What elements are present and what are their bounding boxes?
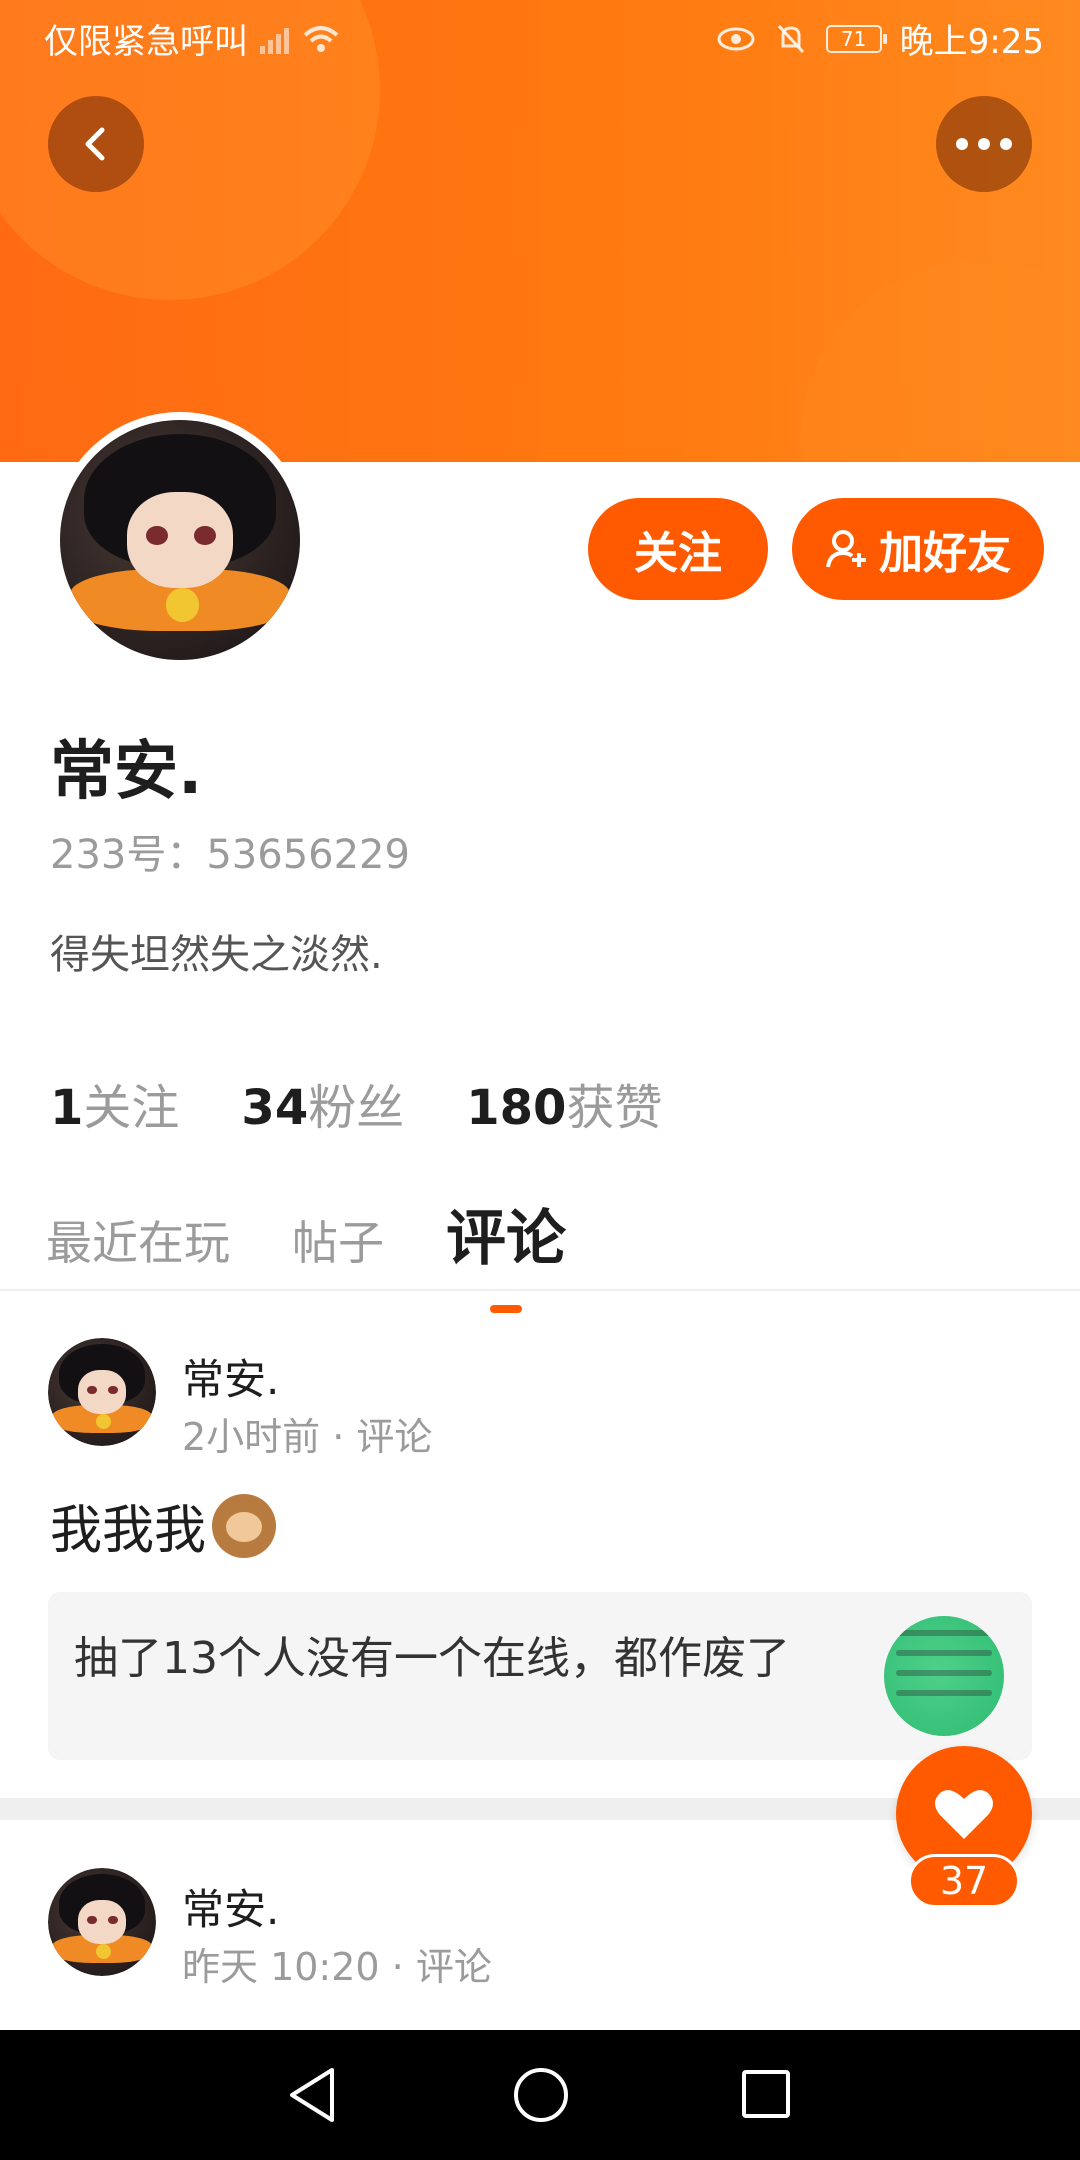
avatar-image (60, 420, 300, 660)
comment-body: 我我我 (50, 1501, 207, 1561)
post-meta: 昨天 10:20 · 评论 (182, 1945, 492, 1989)
profile-avatar[interactable] (52, 412, 308, 668)
stat-value: 34 (241, 1080, 309, 1136)
avatar[interactable] (48, 1338, 156, 1446)
stat-label: 获赞 (566, 1080, 663, 1136)
battery-icon: 71 (825, 24, 887, 53)
add-friend-label: 加好友 (879, 528, 1011, 579)
author-name[interactable]: 常安. (182, 1876, 279, 1937)
heart-icon (935, 1790, 993, 1839)
nav-back-icon[interactable] (286, 2066, 338, 2124)
profile-id: 233号：53656229 (50, 832, 410, 878)
avatar-image (48, 1868, 156, 1976)
tab-comments-label: 评论 (446, 1204, 566, 1274)
signal-icon (260, 24, 289, 54)
back-icon (85, 127, 105, 161)
battery-level: 71 (840, 26, 867, 51)
eye-icon (717, 27, 755, 50)
stat-followers[interactable]: 34粉丝 (241, 1068, 404, 1138)
stat-label: 粉丝 (308, 1080, 405, 1136)
system-nav-bar (0, 2030, 1080, 2160)
nav-recent-icon[interactable] (742, 2070, 790, 2118)
tab-recent-played[interactable]: 最近在玩 (46, 1207, 230, 1273)
avatar[interactable] (48, 1868, 156, 1976)
stat-value: 180 (466, 1080, 567, 1136)
more-button[interactable] (936, 96, 1032, 192)
bell-off-icon (777, 24, 804, 53)
profile-tabs: 最近在玩 帖子 评论 (46, 1190, 566, 1313)
like-count: 37 (908, 1854, 1020, 1908)
clock: 晚上9:25 (899, 22, 1044, 62)
stat-likes[interactable]: 180获赞 (466, 1068, 662, 1138)
nav-home-icon[interactable] (514, 2068, 568, 2122)
wifi-icon (303, 25, 339, 52)
comment-text: 我我我 (50, 1488, 277, 1563)
status-bar: 仅限紧急呼叫 71 晚上9:25 (0, 0, 1080, 72)
tab-comments[interactable]: 评论 (446, 1190, 566, 1313)
stat-value: 1 (50, 1080, 84, 1136)
follow-button[interactable]: 关注 (588, 498, 768, 600)
follow-label: 关注 (634, 528, 722, 579)
more-icon (956, 138, 1012, 150)
monkey-emoji-icon (212, 1493, 277, 1558)
profile-name: 常安. (50, 735, 203, 809)
add-friend-button[interactable]: 加好友 (792, 498, 1044, 600)
avatar-image (48, 1338, 156, 1446)
quoted-text: 抽了13个人没有一个在线，都作废了 (74, 1633, 790, 1684)
tab-posts[interactable]: 帖子 (292, 1207, 384, 1273)
quoted-post[interactable]: 抽了13个人没有一个在线，都作废了 (48, 1592, 1032, 1760)
carrier-text: 仅限紧急呼叫 (44, 22, 248, 62)
stat-label: 关注 (83, 1080, 180, 1136)
banner-decoration (800, 260, 1080, 462)
quoted-thumbnail (884, 1616, 1004, 1736)
active-tab-indicator (490, 1305, 522, 1313)
divider (0, 1289, 1080, 1291)
profile-stats: 1关注 34粉丝 180获赞 (50, 1068, 662, 1138)
author-name[interactable]: 常安. (182, 1346, 279, 1407)
stat-following[interactable]: 1关注 (50, 1068, 179, 1138)
post-meta: 2小时前 · 评论 (182, 1415, 433, 1459)
profile-bio: 得失坦然失之淡然. (50, 932, 383, 978)
back-button[interactable] (48, 96, 144, 192)
add-user-icon (826, 530, 866, 568)
